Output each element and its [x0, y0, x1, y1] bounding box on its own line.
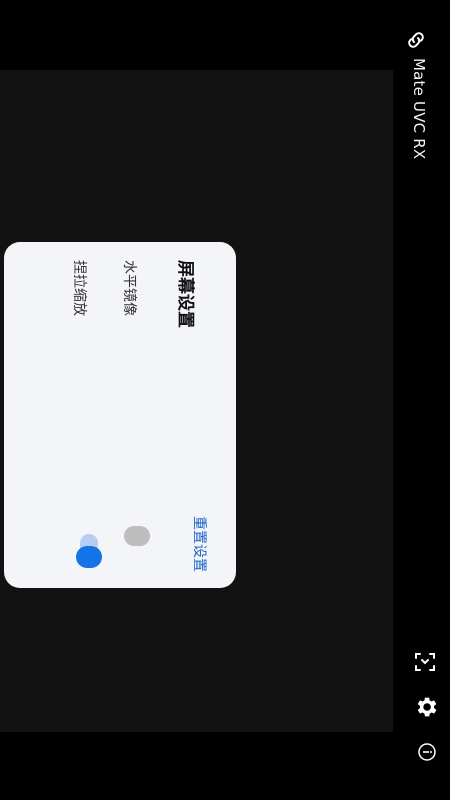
toggle-knob — [124, 526, 150, 546]
app-title: Mate UVC RX — [410, 58, 428, 160]
screen-settings-panel: 屏幕设置 水平镜像 捏拉缩放 重置设置 — [4, 242, 236, 588]
horizontal-mirror-toggle[interactable] — [124, 526, 150, 566]
info-icon[interactable] — [417, 742, 437, 762]
gear-icon[interactable] — [413, 694, 439, 720]
horizontal-mirror-label: 水平镜像 — [121, 260, 137, 316]
link-icon[interactable] — [404, 28, 428, 52]
panel-title: 屏幕设置 — [175, 260, 195, 328]
pinch-zoom-label: 捏拉缩放 — [71, 260, 87, 316]
pinch-zoom-toggle[interactable] — [76, 534, 102, 574]
fit-screen-icon[interactable] — [413, 650, 437, 674]
reset-settings-button[interactable]: 重置设置 — [190, 516, 210, 572]
toggle-knob — [76, 546, 102, 568]
